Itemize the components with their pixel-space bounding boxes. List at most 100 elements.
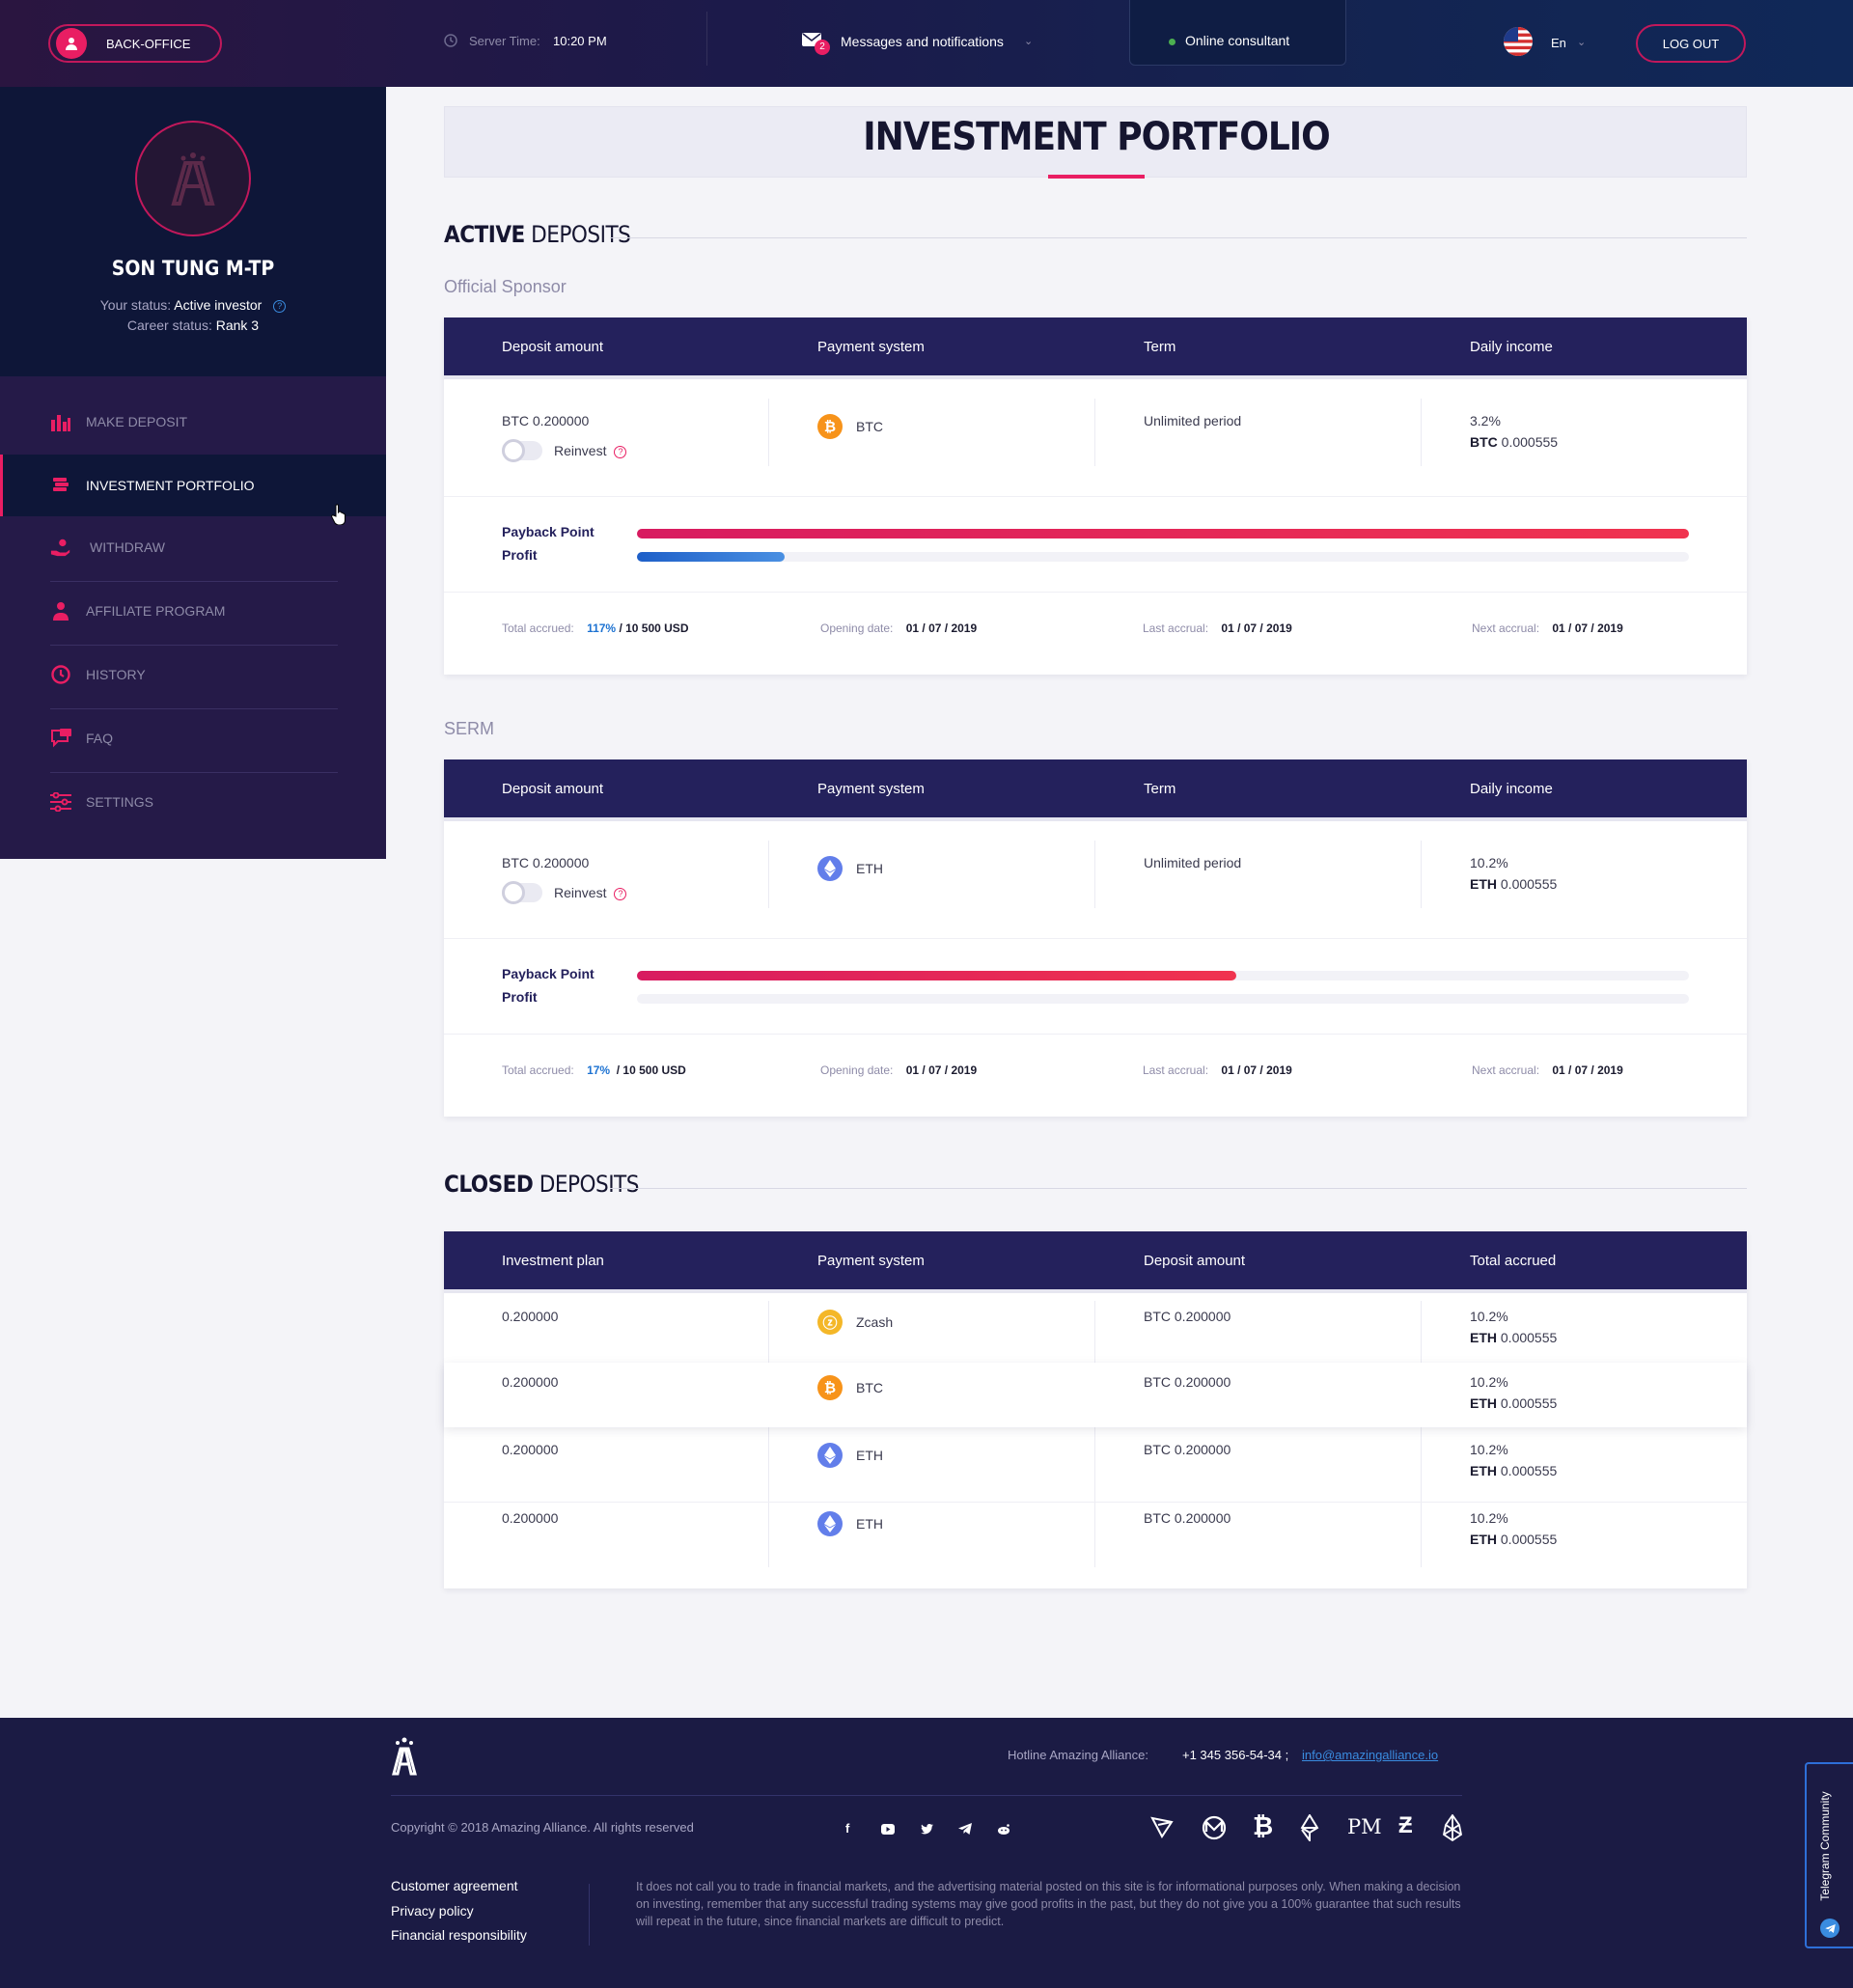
monero-icon bbox=[1202, 1815, 1227, 1845]
total-accrued-pct: 117% bbox=[587, 621, 617, 635]
reinvest-toggle[interactable] bbox=[502, 881, 542, 904]
col-daily-income: Daily income bbox=[1470, 781, 1553, 797]
user-icon bbox=[50, 600, 71, 621]
profit-label: Profit bbox=[502, 547, 538, 563]
next-accrual-value: 01 / 07 / 2019 bbox=[1552, 621, 1623, 635]
col-payment-system: Payment system bbox=[817, 781, 925, 797]
deposit-amount: BTC 0.200000 bbox=[502, 413, 590, 428]
table-row[interactable]: 0.200000 ETH BTC 0.200000 10.2% ETH 0.00… bbox=[444, 1499, 1747, 1563]
total-accrued-pct: 10.2% bbox=[1470, 1374, 1508, 1390]
sliders-icon bbox=[50, 791, 71, 813]
telegram-community-tab[interactable]: Telegram Community bbox=[1805, 1762, 1853, 1948]
column-divider bbox=[768, 399, 769, 466]
facebook-icon[interactable]: f bbox=[845, 1821, 849, 1836]
reddit-icon[interactable] bbox=[997, 1822, 1010, 1839]
bitcoin-icon: ₿ bbox=[817, 414, 843, 439]
table-header: Deposit amount Payment system Term Daily… bbox=[444, 759, 1747, 821]
footer-divider bbox=[391, 1795, 1462, 1796]
investment-plan: 0.200000 bbox=[502, 1442, 559, 1457]
sidebar-item-label: MAKE DEPOSIT bbox=[86, 414, 188, 429]
sidebar-item-withdraw[interactable]: WITHDRAW bbox=[0, 516, 386, 578]
reinvest-label: Reinvest bbox=[554, 885, 607, 900]
daily-income-value: BTC 0.000555 bbox=[1470, 434, 1558, 450]
sidebar-item-history[interactable]: HISTORY bbox=[0, 644, 386, 705]
user-name: SON TUNG M-TP bbox=[111, 257, 275, 280]
reinvest-label-row: Reinvest? bbox=[554, 885, 627, 900]
last-accrual: Last accrual: 01 / 07 / 2019 bbox=[1143, 621, 1292, 635]
online-consultant-button[interactable]: Online consultant bbox=[1129, 0, 1346, 66]
help-icon[interactable]: ? bbox=[273, 299, 287, 313]
opening-date-value: 01 / 07 / 2019 bbox=[905, 1063, 978, 1077]
col-payment-system: Payment system bbox=[817, 1253, 925, 1269]
total-accrued-value: / 10 500 USD bbox=[619, 621, 689, 635]
language-selector[interactable]: En bbox=[1551, 36, 1566, 50]
reinvest-toggle[interactable] bbox=[502, 439, 542, 462]
total-accrued-label: Total accrued: bbox=[502, 621, 574, 635]
total-accrued-value: ETH 0.000555 bbox=[1470, 1395, 1557, 1411]
alliance-logo-icon[interactable] bbox=[391, 1737, 418, 1781]
telegram-icon bbox=[1820, 1919, 1839, 1938]
row-divider bbox=[444, 938, 1747, 939]
table-row[interactable]: 0.200000 ETH BTC 0.200000 10.2% ETH 0.00… bbox=[444, 1430, 1747, 1495]
deposit-card: Deposit amount Payment system Term Daily… bbox=[444, 759, 1747, 1117]
opening-date: Opening date: 01 / 07 / 2019 bbox=[820, 621, 977, 635]
total-accrued: Total accrued: 17% / 10 500 USD bbox=[502, 1063, 686, 1077]
sidebar-item-investment-portfolio[interactable]: INVESTMENT PORTFOLIO bbox=[0, 455, 386, 516]
sidebar-item-label: INVESTMENT PORTFOLIO bbox=[86, 478, 255, 493]
deposit-amount: BTC 0.200000 bbox=[1144, 1309, 1231, 1324]
daily-income-value: ETH 0.000555 bbox=[1470, 876, 1557, 892]
messages-dropdown[interactable]: Messages and notifications bbox=[841, 34, 1004, 49]
sidebar-item-faq[interactable]: FAQ bbox=[0, 707, 386, 769]
heading-bold: ACTIVE bbox=[444, 221, 525, 248]
sidebar-item-make-deposit[interactable]: MAKE DEPOSIT bbox=[0, 391, 386, 453]
section-divider bbox=[610, 1188, 1747, 1189]
youtube-icon[interactable] bbox=[881, 1822, 895, 1839]
help-icon[interactable]: ? bbox=[614, 887, 627, 900]
help-icon[interactable]: ? bbox=[614, 445, 627, 458]
column-divider bbox=[1421, 841, 1422, 908]
sidebar-item-settings[interactable]: SETTINGS bbox=[0, 771, 386, 833]
ethereum-icon bbox=[817, 1511, 843, 1536]
financial-responsibility-link[interactable]: Financial responsibility bbox=[391, 1927, 527, 1943]
avatar[interactable] bbox=[135, 121, 251, 236]
telegram-community-label: Telegram Community bbox=[1818, 1791, 1832, 1901]
sidebar-item-label: AFFILIATE PROGRAM bbox=[86, 603, 226, 619]
sidebar-item-affiliate-program[interactable]: AFFILIATE PROGRAM bbox=[0, 580, 386, 642]
profit-progress-fill bbox=[637, 552, 785, 562]
career-value: Rank 3 bbox=[215, 318, 260, 333]
table-row[interactable]: 0.200000 ⓩ Zcash BTC 0.200000 10.2% ETH … bbox=[444, 1297, 1747, 1362]
hotline-phone[interactable]: +1 345 356-54-34 ; bbox=[1182, 1748, 1288, 1762]
payment-system: ETH bbox=[856, 1448, 883, 1463]
logout-button[interactable]: LOG OUT bbox=[1636, 24, 1746, 63]
clock-icon bbox=[444, 34, 457, 50]
back-office-label: BACK-OFFICE bbox=[106, 36, 191, 51]
next-accrual: Next accrual: 01 / 07 / 2019 bbox=[1472, 621, 1623, 635]
customer-agreement-link[interactable]: Customer agreement bbox=[391, 1878, 518, 1893]
reinvest-label: Reinvest bbox=[554, 443, 607, 458]
chevron-down-icon[interactable]: ⌄ bbox=[1577, 36, 1586, 48]
career-status: Career status: Rank 3 bbox=[0, 318, 386, 333]
privacy-policy-link[interactable]: Privacy policy bbox=[391, 1903, 474, 1919]
daily-income-amount: 0.000555 bbox=[1500, 876, 1558, 892]
us-flag-icon[interactable] bbox=[1504, 27, 1533, 56]
profit-label: Profit bbox=[502, 989, 538, 1005]
back-office-button[interactable]: BACK-OFFICE bbox=[48, 24, 222, 63]
active-deposits-heading: ACTIVE DEPOSITS bbox=[444, 221, 631, 248]
row-divider bbox=[444, 496, 1747, 497]
coins-icon bbox=[50, 475, 71, 496]
total-accrued-value: ETH 0.000555 bbox=[1470, 1463, 1557, 1478]
opening-date-value: 01 / 07 / 2019 bbox=[905, 621, 978, 635]
column-divider bbox=[1421, 399, 1422, 466]
chevron-down-icon[interactable]: ⌄ bbox=[1024, 35, 1033, 47]
page-title: INVESTMENT PORTFOLIO bbox=[863, 115, 1331, 159]
email-link[interactable]: info@amazingalliance.io bbox=[1302, 1748, 1438, 1762]
page-title-box: INVESTMENT PORTFOLIO bbox=[444, 106, 1747, 179]
payback-progress-fill bbox=[637, 529, 1689, 538]
currency: ETH bbox=[1470, 1395, 1497, 1411]
twitter-icon[interactable] bbox=[921, 1822, 933, 1839]
table-row[interactable]: 0.200000 ₿ BTC BTC 0.200000 10.2% ETH 0.… bbox=[444, 1363, 1747, 1427]
zcash-icon: Ƶ bbox=[1398, 1812, 1413, 1838]
telegram-icon[interactable] bbox=[958, 1822, 972, 1839]
col-total-accrued: Total accrued bbox=[1470, 1253, 1557, 1269]
profit-progress-track bbox=[637, 994, 1689, 1004]
